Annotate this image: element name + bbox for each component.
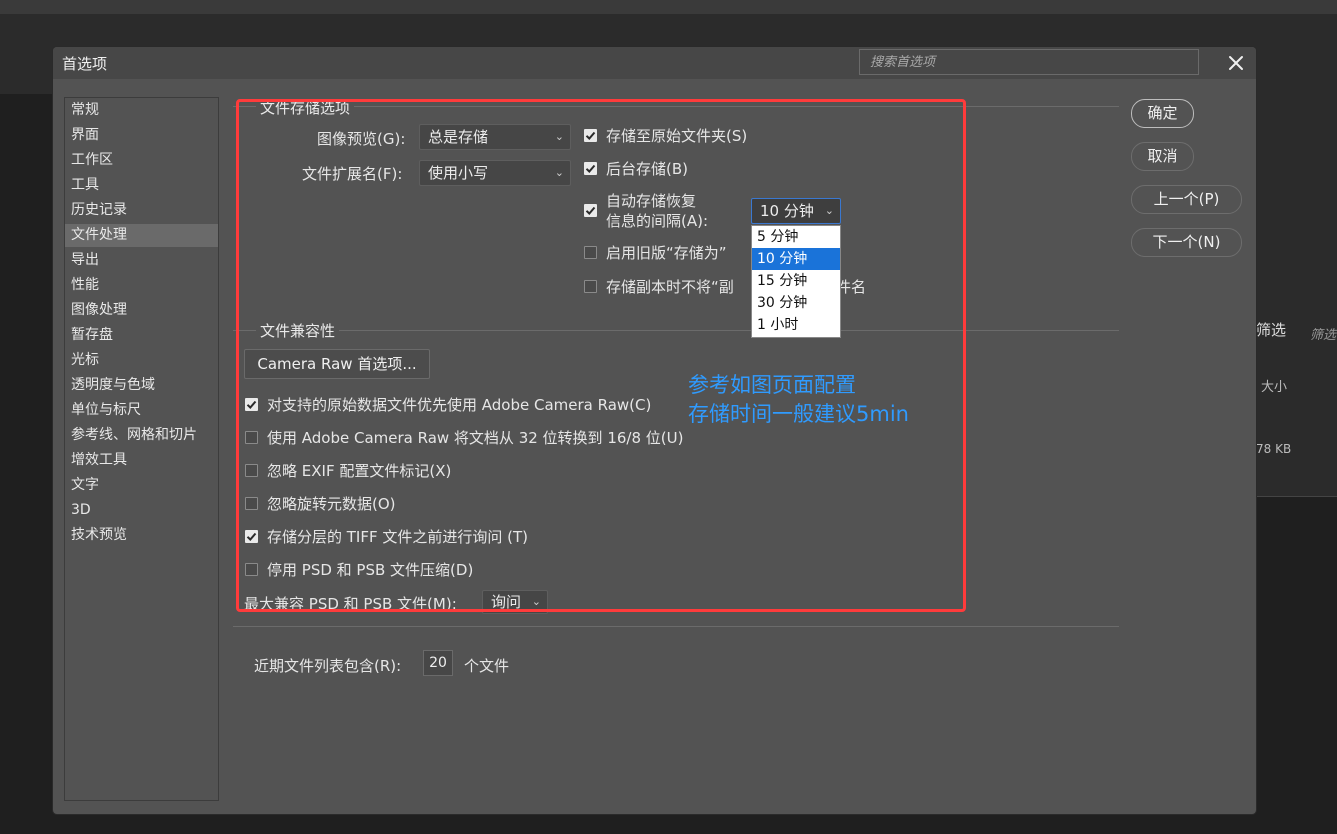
sidebar-item[interactable]: 增效工具	[65, 449, 218, 472]
file-extension-label: 文件扩展名(F):	[302, 165, 403, 183]
interval-dropdown-list: 5 分钟 10 分钟 15 分钟 30 分钟 1 小时	[751, 225, 841, 338]
auto-recover-label-line1: 自动存储恢复	[606, 192, 697, 210]
compat-group-title: 文件兼容性	[256, 320, 340, 341]
sidebar-item[interactable]: 界面	[65, 124, 218, 147]
compat-option-label: 使用 Adobe Camera Raw 将文档从 32 位转换到 16/8 位(…	[267, 429, 684, 447]
annotation-text-line1: 参考如图页面配置	[688, 373, 856, 397]
next-button[interactable]: 下一个(N)	[1131, 228, 1242, 257]
compat-option-label: 存储分层的 TIFF 文件之前进行询问 (T)	[267, 528, 529, 546]
filter-input[interactable]: 筛选	[1310, 324, 1336, 343]
background-save-checkbox[interactable]	[584, 162, 597, 175]
chevron-down-icon: ⌄	[531, 595, 541, 608]
sidebar-item[interactable]: 文字	[65, 474, 218, 497]
camera-raw-preferences-button[interactable]: Camera Raw 首选项...	[244, 349, 430, 379]
copy-no-suffix-checkbox[interactable]	[584, 280, 597, 293]
interval-option[interactable]: 1 小时	[752, 314, 840, 336]
auto-recover-interval-value: 10 分钟	[760, 202, 814, 220]
auto-recover-label-line2: 信息的间隔(A):	[606, 212, 709, 230]
compat-option-checkbox[interactable]	[245, 431, 258, 444]
sidebar-item[interactable]: 历史记录	[65, 199, 218, 222]
sidebar-item[interactable]: 参考线、网格和切片	[65, 424, 218, 447]
close-button[interactable]	[1221, 49, 1251, 77]
auto-recover-checkbox[interactable]	[584, 204, 597, 217]
sidebar-item[interactable]: 3D	[65, 499, 218, 522]
sidebar-item[interactable]: 导出	[65, 249, 218, 272]
checkmark-icon	[246, 400, 257, 409]
dialog-title: 首选项	[62, 55, 108, 73]
interval-option[interactable]: 10 分钟	[752, 248, 840, 270]
save-to-original-checkbox[interactable]	[584, 129, 597, 142]
legacy-save-as-checkbox[interactable]	[584, 246, 597, 259]
image-preview-value: 总是存储	[428, 128, 489, 146]
sidebar-item[interactable]: 图像处理	[65, 299, 218, 322]
previous-button[interactable]: 上一个(P)	[1131, 185, 1242, 214]
sidebar-item[interactable]: 单位与标尺	[65, 399, 218, 422]
image-preview-select[interactable]: 总是存储 ⌄	[419, 124, 571, 150]
auto-recover-interval-select[interactable]: 10 分钟 ⌄	[751, 198, 841, 224]
compat-option-checkbox[interactable]	[245, 530, 258, 543]
file-save-group-border	[233, 106, 1119, 107]
compat-option-label: 对支持的原始数据文件优先使用 Adobe Camera Raw(C)	[267, 396, 652, 414]
close-icon	[1229, 56, 1243, 70]
sidebar-item[interactable]: 技术预览	[65, 524, 218, 547]
background-file-panel: 筛选 筛选 大小 78 KB	[1256, 94, 1337, 497]
background-save-label: 后台存储(B)	[606, 160, 688, 178]
compat-option-label: 忽略 EXIF 配置文件标记(X)	[267, 462, 452, 480]
app-menu-bar	[0, 0, 1337, 15]
preferences-dialog: 首选项 常规界面工作区工具历史记录文件处理导出性能图像处理暂存盘光标透明度与色域…	[53, 47, 1256, 814]
checkmark-icon	[585, 206, 596, 215]
ok-button[interactable]: 确定	[1131, 99, 1194, 128]
sidebar-item[interactable]: 性能	[65, 274, 218, 297]
preferences-sidebar: 常规 界面 工作区 工具 历史记录 文件处理 导出 性能 图像处理 暂存盘 光标 透明度与色域 单位与标…	[64, 97, 219, 801]
recent-files-label: 近期文件列表包含(R):	[254, 657, 402, 675]
compat-option-checkbox[interactable]	[245, 464, 258, 477]
max-compat-label: 最大兼容 PSD 和 PSB 文件(M):	[244, 595, 457, 613]
compat-option-checkbox[interactable]	[245, 563, 258, 576]
dialog-title-bar: 首选项	[53, 47, 1256, 79]
interval-option[interactable]: 30 分钟	[752, 292, 840, 314]
save-to-original-label: 存储至原始文件夹(S)	[606, 127, 748, 145]
file-size-value: 78 KB	[1256, 442, 1292, 456]
sidebar-item[interactable]: 暂存盘	[65, 324, 218, 347]
filter-label: 筛选	[1256, 321, 1287, 339]
chevron-down-icon: ⌄	[554, 166, 564, 179]
chevron-down-icon: ⌄	[824, 204, 834, 217]
sidebar-item[interactable]: 常规	[65, 99, 218, 122]
sidebar-item[interactable]: 透明度与色域	[65, 374, 218, 397]
compat-option-checkbox[interactable]	[245, 497, 258, 510]
size-column-header: 大小	[1261, 380, 1288, 395]
image-preview-label: 图像预览(G):	[317, 130, 406, 148]
max-compat-value: 询问	[491, 593, 522, 611]
checkmark-icon	[246, 532, 257, 541]
compat-option-checkbox[interactable]	[245, 398, 258, 411]
legacy-save-as-label: 启用旧版“存储为”	[606, 244, 727, 262]
checkmark-icon	[585, 164, 596, 173]
sidebar-item[interactable]: 工具	[65, 174, 218, 197]
recent-files-count-input[interactable]: 20	[423, 650, 453, 676]
compat-group-bottom-border	[233, 626, 1119, 627]
interval-option[interactable]: 5 分钟	[752, 226, 840, 248]
compat-option-label: 停用 PSD 和 PSB 文件压缩(D)	[267, 561, 474, 579]
interval-option[interactable]: 15 分钟	[752, 270, 840, 292]
sidebar-item[interactable]: 光标	[65, 349, 218, 372]
file-extension-select[interactable]: 使用小写 ⌄	[419, 160, 571, 186]
search-preferences-input[interactable]	[859, 49, 1199, 75]
compat-option-label: 忽略旋转元数据(O)	[267, 495, 396, 513]
copy-no-suffix-label-start: 存储副本时不将“副	[606, 278, 734, 296]
chevron-down-icon: ⌄	[554, 130, 564, 143]
checkmark-icon	[585, 131, 596, 140]
compat-group-border	[233, 330, 1119, 331]
file-save-group-title: 文件存储选项	[256, 97, 355, 118]
max-compat-select[interactable]: 询问 ⌄	[482, 590, 548, 614]
sidebar-item[interactable]: 文件处理	[65, 224, 218, 247]
recent-files-suffix: 个文件	[464, 657, 510, 675]
cancel-button[interactable]: 取消	[1131, 142, 1194, 171]
annotation-text-line2: 存储时间一般建议5min	[688, 402, 909, 426]
file-extension-value: 使用小写	[428, 164, 489, 182]
sidebar-item[interactable]: 工作区	[65, 149, 218, 172]
